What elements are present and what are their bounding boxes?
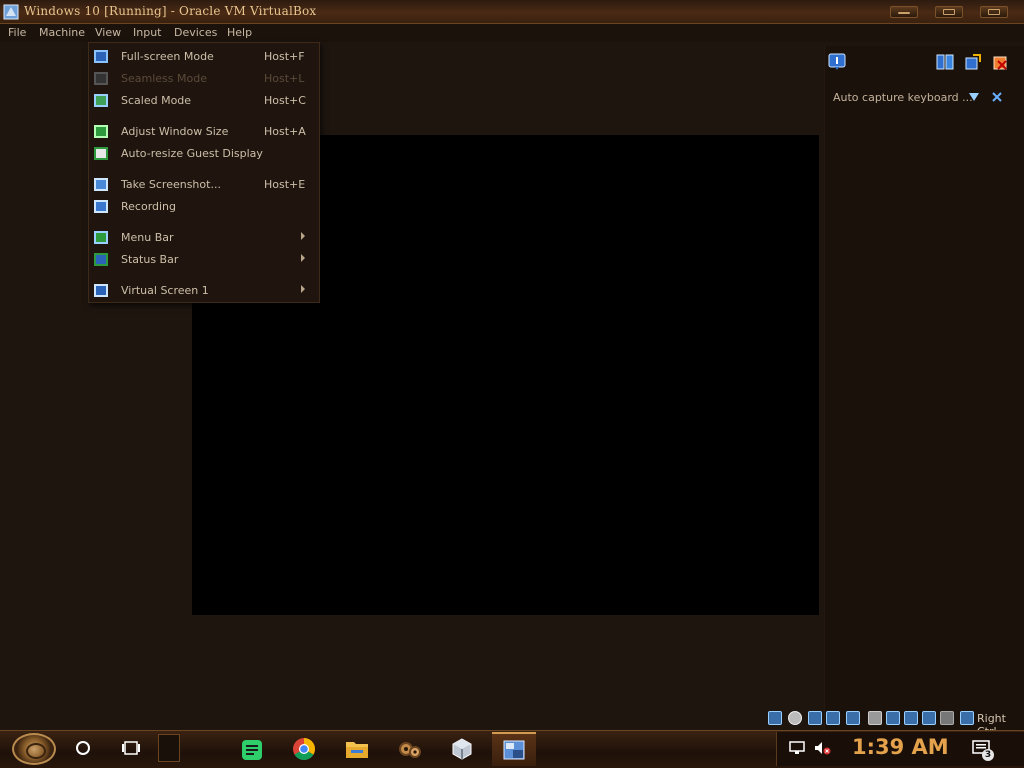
sticky-notes-icon — [242, 740, 262, 760]
network-icon[interactable] — [826, 711, 840, 725]
virtual-screen-icon — [94, 284, 108, 297]
minimize-icon — [898, 12, 910, 14]
menu-item-fullscreen-mode[interactable]: Full-screen Mode Host+F — [89, 47, 319, 67]
menu-item-menu-bar[interactable]: Menu Bar — [89, 228, 319, 248]
menu-bar: File Machine View Input Devices Help — [0, 24, 1024, 42]
menu-item-label: Take Screenshot... — [121, 178, 221, 191]
expand-all-icon[interactable] — [964, 53, 982, 71]
scaled-icon — [94, 94, 108, 107]
seamless-icon — [94, 72, 108, 85]
volume-muted-icon[interactable] — [813, 740, 831, 756]
menu-help[interactable]: Help — [227, 26, 252, 39]
taskbar-app-chrome[interactable] — [282, 732, 326, 766]
recording-status-icon[interactable] — [904, 711, 918, 725]
taskbar-app-sticky-notes[interactable] — [230, 732, 274, 766]
close-window-button[interactable] — [980, 6, 1008, 18]
close-icon — [988, 9, 1000, 15]
menu-item-label: Auto-resize Guest Display — [121, 147, 263, 160]
status-bar-icon — [94, 253, 108, 266]
menu-item-shortcut: Host+C — [264, 94, 306, 107]
minimize-button[interactable] — [890, 6, 918, 18]
menu-item-label: Seamless Mode — [121, 72, 207, 85]
menu-item-label: Virtual Screen 1 — [121, 284, 209, 297]
taskbar-clock[interactable]: 1:39 AM — [852, 735, 949, 759]
windows-10-vm-icon — [503, 740, 525, 760]
maximize-button[interactable] — [935, 6, 963, 18]
window-title: Windows 10 [Running] - Oracle VM Virtual… — [24, 4, 317, 18]
menu-input[interactable]: Input — [133, 26, 161, 39]
menu-item-scaled-mode[interactable]: Scaled Mode Host+C — [89, 91, 319, 111]
network-tray-icon[interactable] — [788, 740, 806, 756]
menu-item-shortcut: Host+E — [264, 178, 306, 191]
menu-item-adjust-window-size[interactable]: Adjust Window Size Host+A — [89, 122, 319, 142]
menu-item-seamless-mode: Seamless Mode Host+L — [89, 69, 319, 89]
display-icon[interactable] — [886, 711, 900, 725]
usb-icon[interactable] — [846, 711, 860, 725]
optical-drive-icon[interactable] — [788, 711, 802, 725]
notification-info-icon[interactable] — [968, 91, 980, 103]
menu-item-virtual-screen-1[interactable]: Virtual Screen 1 — [89, 281, 319, 301]
menu-devices[interactable]: Devices — [174, 26, 217, 39]
menu-machine[interactable]: Machine — [39, 26, 85, 39]
menu-item-shortcut: Host+A — [264, 125, 306, 138]
taskbar-app-windows-10-vm[interactable] — [492, 732, 536, 766]
submenu-arrow-icon — [301, 285, 305, 293]
virtualbox-cube-icon — [452, 738, 472, 760]
virtualization-icon[interactable] — [922, 711, 936, 725]
notification-close-icon[interactable] — [991, 91, 1003, 103]
menu-item-status-bar[interactable]: Status Bar — [89, 250, 319, 270]
view-menu-dropdown: Full-screen Mode Host+F Seamless Mode Ho… — [88, 42, 320, 303]
title-bar: Windows 10 [Running] - Oracle VM Virtual… — [0, 0, 1024, 24]
notification-count-badge: 3 — [982, 749, 994, 761]
menu-item-shortcut: Host+F — [264, 50, 305, 63]
menu-item-label: Adjust Window Size — [121, 125, 229, 138]
keyboard-capture-icon[interactable] — [960, 711, 974, 725]
notification-text: Auto capture keyboard ... — [833, 91, 973, 104]
chrome-icon — [293, 738, 315, 760]
auto-resize-icon — [94, 147, 108, 160]
mouse-integration-icon[interactable] — [940, 711, 954, 725]
menu-bar-icon — [94, 231, 108, 244]
menu-item-label: Menu Bar — [121, 231, 174, 244]
menu-item-recording[interactable]: Recording — [89, 197, 319, 217]
taskbar-app-settings[interactable] — [388, 732, 432, 766]
close-all-icon[interactable] — [992, 53, 1010, 71]
screenshot-icon — [94, 178, 108, 191]
recording-icon — [94, 200, 108, 213]
task-view-icon[interactable] — [121, 739, 141, 757]
info-icon[interactable] — [828, 53, 846, 71]
virtualbox-app-icon — [3, 4, 19, 20]
menu-item-label: Recording — [121, 200, 177, 213]
adjust-window-icon — [94, 125, 108, 138]
notification-panel — [824, 46, 1024, 730]
fullscreen-icon — [94, 50, 108, 63]
search-circle-icon[interactable] — [74, 739, 92, 757]
menu-view[interactable]: View — [95, 26, 121, 39]
menu-file[interactable]: File — [8, 26, 26, 39]
menu-item-label: Full-screen Mode — [121, 50, 214, 63]
folder-icon — [346, 742, 368, 758]
menu-item-take-screenshot[interactable]: Take Screenshot... Host+E — [89, 175, 319, 195]
hard-disk-icon[interactable] — [768, 711, 782, 725]
maximize-icon — [943, 9, 955, 15]
collapse-all-icon[interactable] — [936, 53, 954, 71]
taskbar-app-virtualbox[interactable] — [440, 732, 484, 766]
gears-icon — [399, 742, 421, 758]
menu-item-label: Scaled Mode — [121, 94, 192, 107]
taskbar-app-file-explorer[interactable] — [335, 732, 379, 766]
menu-item-label: Status Bar — [121, 253, 179, 266]
menu-item-shortcut: Host+L — [264, 72, 305, 85]
taskbar-divider — [158, 734, 180, 762]
shared-folders-icon[interactable] — [868, 711, 882, 725]
audio-icon[interactable] — [808, 711, 822, 725]
menu-item-auto-resize-guest-display[interactable]: Auto-resize Guest Display — [89, 144, 319, 164]
submenu-arrow-icon — [301, 232, 305, 240]
submenu-arrow-icon — [301, 254, 305, 262]
start-button[interactable] — [12, 733, 56, 765]
